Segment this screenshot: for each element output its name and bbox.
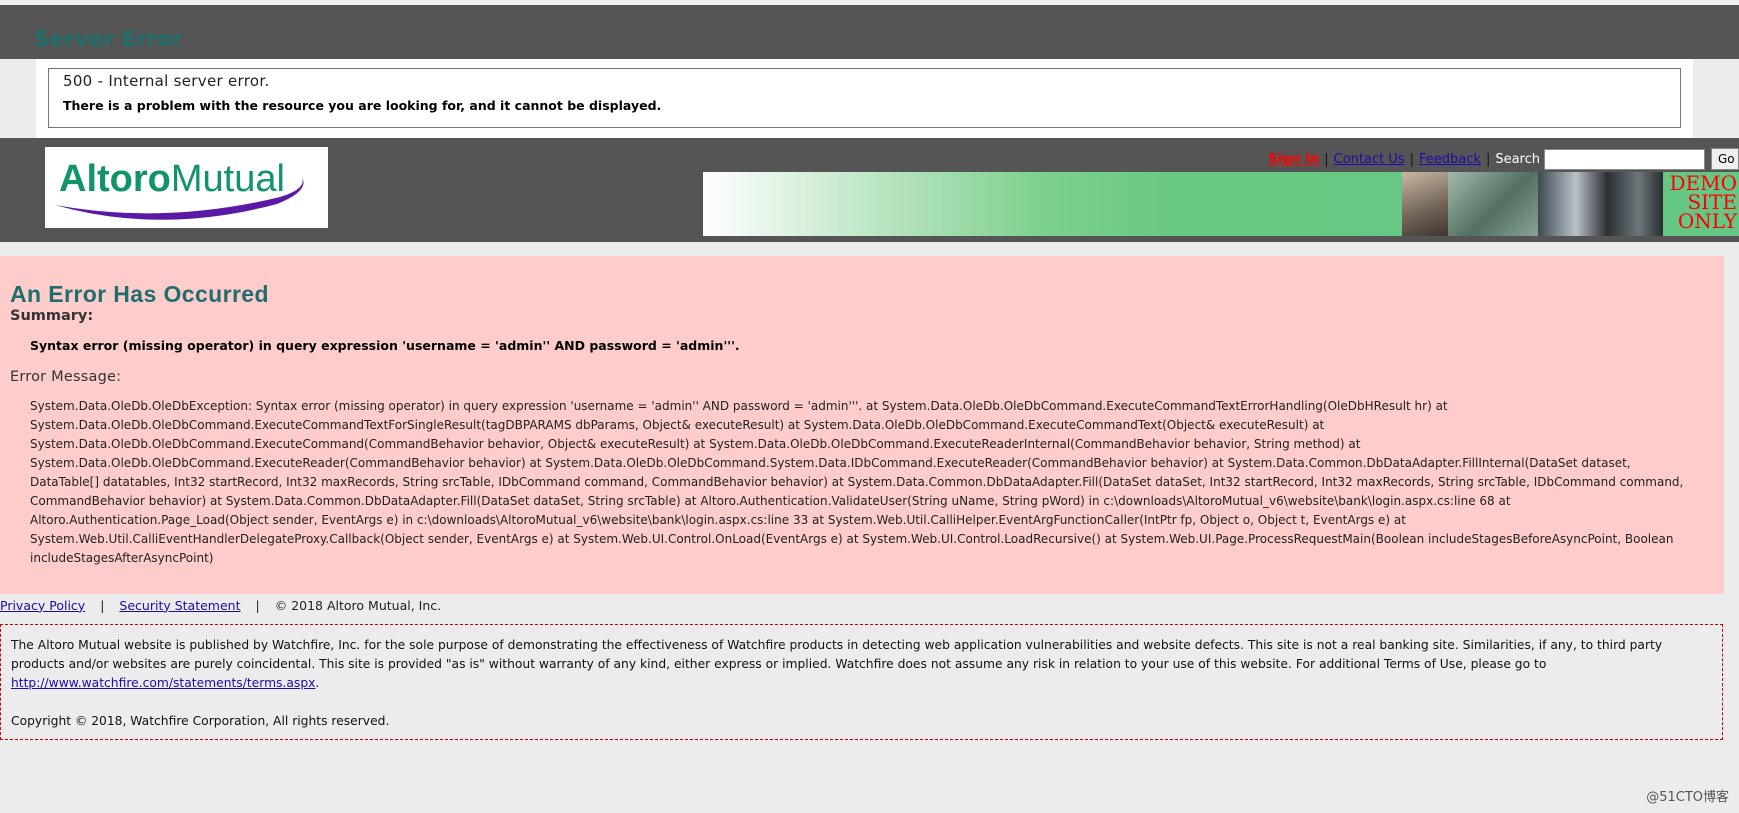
footer-separator: | <box>255 597 260 613</box>
nav-separator: | <box>1324 151 1329 167</box>
error-panel: An Error Has Occurred Summary: Syntax er… <box>0 256 1724 594</box>
header-banner: DEMO SITE ONLY <box>703 172 1739 236</box>
footer-links: Privacy Policy | Security Statement | © … <box>0 594 441 616</box>
terms-period: . <box>315 676 320 690</box>
site-header: AltoroMutual Sign In | Contact Us | Feed… <box>0 138 1739 242</box>
feedback-link[interactable]: Feedback <box>1419 152 1481 167</box>
footer-copyright: © 2018 Altoro Mutual, Inc. <box>274 597 442 613</box>
iis-error-code: 500 - Internal server error. <box>63 72 270 90</box>
banner-photos <box>1402 172 1664 236</box>
summary-label: Summary: <box>10 308 94 324</box>
banner-photo-woman <box>1402 172 1448 236</box>
demo-site-only-label: DEMO SITE ONLY <box>1663 172 1739 236</box>
search-label: Search <box>1495 151 1540 167</box>
footer-separator: | <box>100 597 105 613</box>
sign-in-link[interactable]: Sign In <box>1268 152 1319 167</box>
security-statement-link[interactable]: Security Statement <box>119 598 240 613</box>
iis-error-content: 500 - Internal server error. There is a … <box>36 59 1693 138</box>
banner-photo-handshake <box>1448 172 1538 236</box>
watermark: @51CTO博客 <box>1646 790 1729 805</box>
banner-photo-meeting <box>1538 172 1664 236</box>
disclaimer-paragraph: The Altoro Mutual website is published b… <box>11 636 1712 693</box>
altoro-logo-graphic: AltoroMutual <box>55 158 304 220</box>
terms-link[interactable]: http://www.watchfire.com/statements/term… <box>11 676 315 690</box>
watchfire-copyright: Copyright © 2018, Watchfire Corporation,… <box>11 714 390 728</box>
contact-us-link[interactable]: Contact Us <box>1334 152 1405 167</box>
error-message-label: Error Message: <box>10 369 122 385</box>
error-title: An Error Has Occurred <box>10 281 269 307</box>
iis-error-box: 500 - Internal server error. There is a … <box>48 68 1681 128</box>
disclaimer-text: The Altoro Mutual website is published b… <box>11 638 1663 671</box>
logo-text: AltoroMutual <box>59 158 285 200</box>
iis-error-description: There is a problem with the resource you… <box>63 98 662 113</box>
go-button[interactable]: Go <box>1711 148 1739 170</box>
summary-text: Syntax error (missing operator) in query… <box>30 338 740 353</box>
altoro-logo[interactable]: AltoroMutual <box>45 147 328 228</box>
iis-error-header: Server Error <box>0 5 1739 59</box>
iis-error-title: Server Error <box>34 27 183 51</box>
nav-separator: | <box>1485 151 1491 167</box>
disclaimer-box: The Altoro Mutual website is published b… <box>0 624 1723 740</box>
privacy-policy-link[interactable]: Privacy Policy <box>0 598 85 613</box>
error-stack-trace: System.Data.OleDb.OleDbException: Syntax… <box>30 399 1684 565</box>
demo-line-3: ONLY <box>1677 209 1737 233</box>
top-nav: Sign In | Contact Us | Feedback | Search… <box>1268 148 1739 170</box>
search-input[interactable] <box>1544 148 1705 170</box>
nav-separator: | <box>1409 151 1415 167</box>
